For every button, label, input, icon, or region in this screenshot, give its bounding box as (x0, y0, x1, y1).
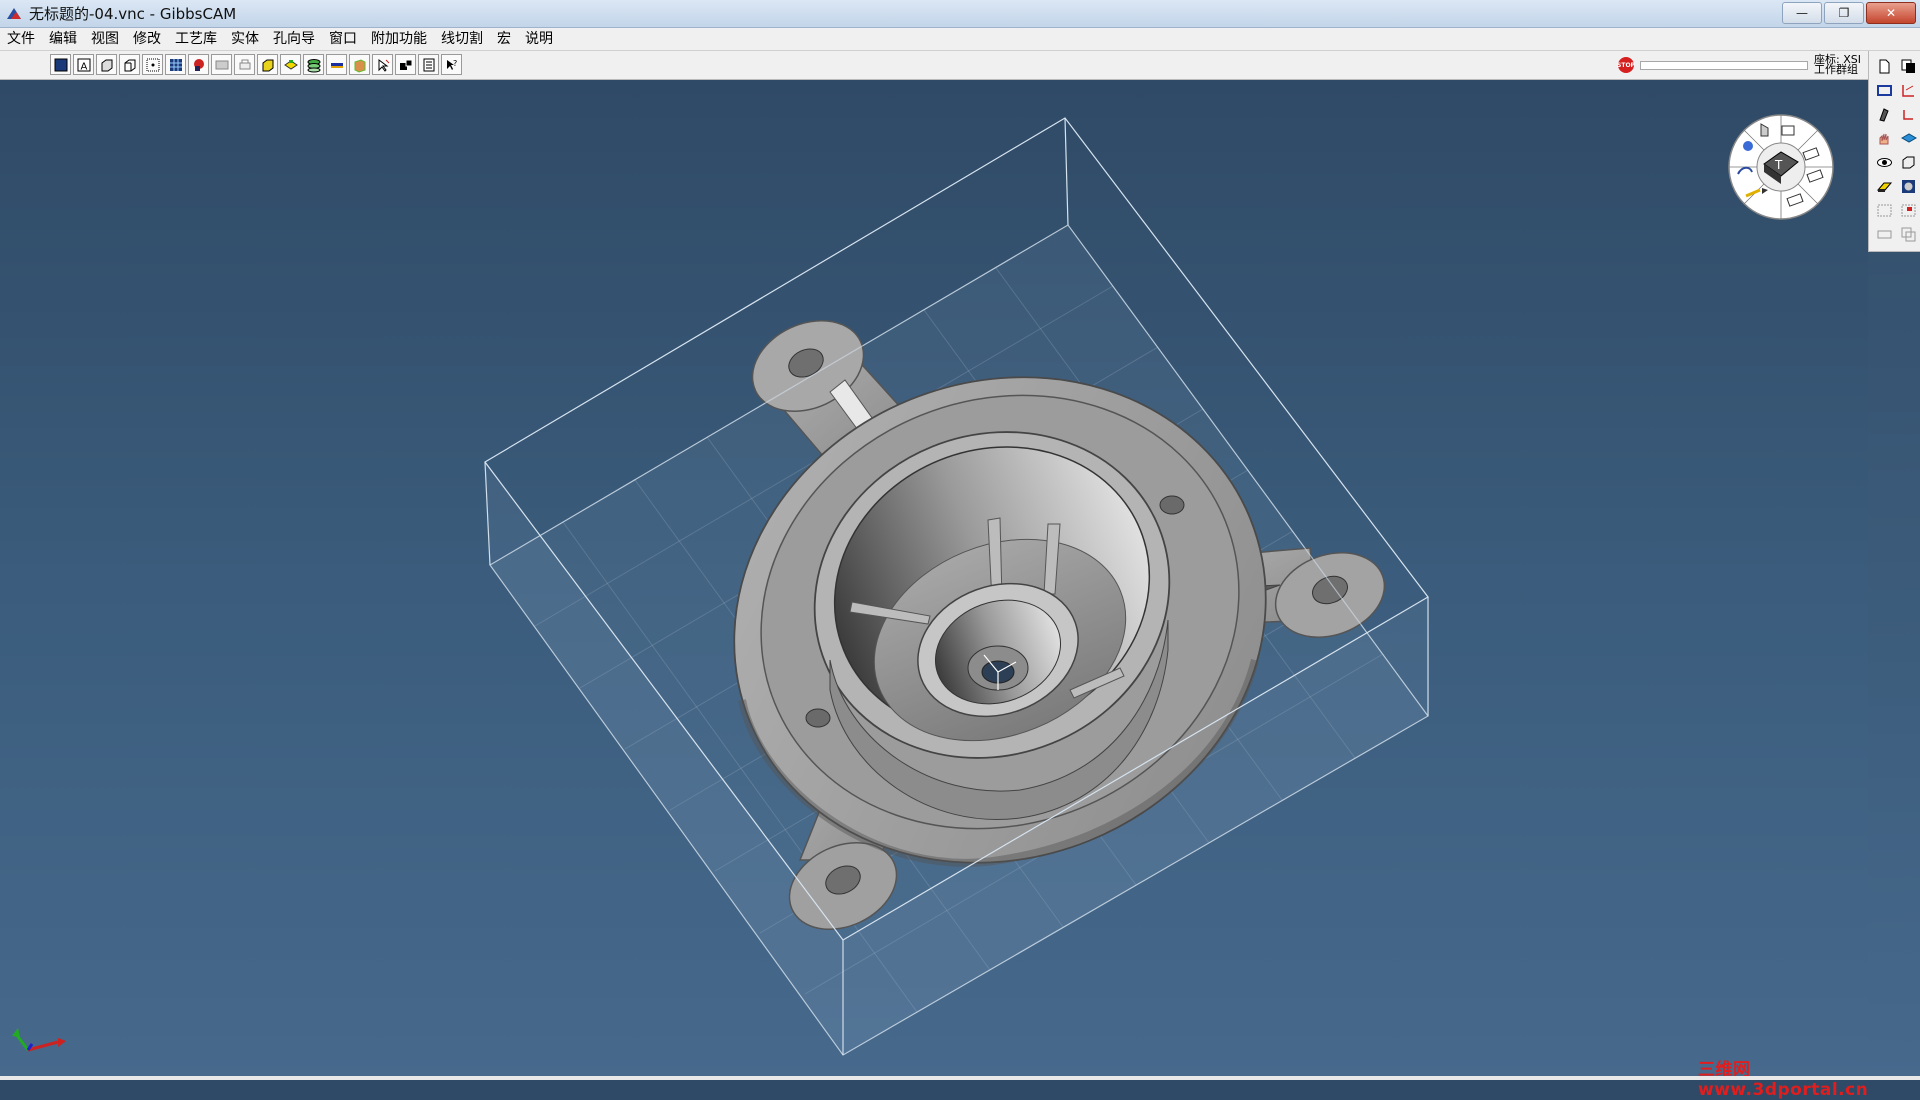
text-view-icon[interactable]: A (73, 54, 94, 75)
window-controls: — ❐ ✕ (1782, 2, 1916, 24)
status-bar (0, 1076, 1920, 1080)
help-cursor-icon[interactable]: ? (441, 54, 462, 75)
menu-solids[interactable]: 实体 (224, 28, 266, 50)
menu-wire-edm[interactable]: 线切割 (434, 28, 490, 50)
dimension-icon[interactable] (211, 54, 232, 75)
menu-process-library[interactable]: 工艺库 (168, 28, 224, 50)
orange-block-icon[interactable] (349, 54, 370, 75)
window-title: 无标题的-04.vnc - GibbsCAM (29, 5, 237, 23)
palette-grid (1873, 55, 1919, 245)
coordinate-readout: 座标: XSI 工作群组 (1814, 54, 1864, 76)
report-icon[interactable] (418, 54, 439, 75)
red-shape-icon[interactable] (188, 54, 209, 75)
yellow-cube-icon[interactable] (257, 54, 278, 75)
axis-triad (12, 1028, 66, 1052)
shaded-box-icon[interactable] (96, 54, 117, 75)
grey-copy-icon[interactable] (1897, 223, 1919, 245)
menu-hole-wizard[interactable]: 孔向导 (266, 28, 322, 50)
main-toolbar: A ? STOP 座标: XSI 工作群组 (0, 51, 1868, 80)
view-compass[interactable]: T (1726, 114, 1836, 220)
viewport-right-strip (1868, 252, 1920, 1080)
hand-icon[interactable] (1873, 127, 1895, 149)
menu-help[interactable]: 说明 (518, 28, 560, 50)
3d-viewport[interactable]: T (0, 80, 1868, 1080)
compass-center-label: T (1774, 158, 1783, 172)
blue-diamond-icon[interactable] (1897, 127, 1919, 149)
workgroup-label: 工作群组 (1814, 63, 1858, 76)
menu-view[interactable]: 视图 (84, 28, 126, 50)
cursor-arrow-icon[interactable] (372, 54, 393, 75)
menu-macro[interactable]: 宏 (490, 28, 518, 50)
axis-red-small-icon[interactable] (1897, 103, 1919, 125)
yellow-solid-icon[interactable] (280, 54, 301, 75)
grey-doc-icon[interactable] (1873, 223, 1895, 245)
svg-text:?: ? (453, 59, 457, 68)
menu-bar: 文件 编辑 视图 修改 工艺库 实体 孔向导 窗口 附加功能 线切割 宏 说明 (0, 28, 1920, 51)
svg-text:A: A (80, 61, 87, 72)
grid-snap-icon[interactable] (165, 54, 186, 75)
black-blocks-icon[interactable] (395, 54, 416, 75)
menu-window[interactable]: 窗口 (322, 28, 364, 50)
close-button[interactable]: ✕ (1866, 2, 1916, 24)
minimize-button[interactable]: — (1782, 2, 1822, 24)
toolbar-buttons: A ? (50, 54, 462, 75)
green-layers-icon[interactable] (303, 54, 324, 75)
progress-bar (1640, 61, 1808, 70)
right-tool-palette (1868, 51, 1920, 252)
new-doc-icon[interactable] (1873, 55, 1895, 77)
menu-modify[interactable]: 修改 (126, 28, 168, 50)
gibbscam-logo-icon (7, 7, 21, 19)
axis-red-icon[interactable] (1897, 79, 1919, 101)
blue-bar-icon[interactable] (326, 54, 347, 75)
red-select-icon[interactable] (1897, 199, 1919, 221)
print-icon[interactable] (234, 54, 255, 75)
eye-icon[interactable] (1873, 151, 1895, 173)
copy-doc-icon[interactable] (1897, 55, 1919, 77)
menu-edit[interactable]: 编辑 (42, 28, 84, 50)
eraser-icon[interactable] (1873, 175, 1895, 197)
menu-plugins[interactable]: 附加功能 (364, 28, 434, 50)
cad-scene[interactable] (0, 80, 1868, 1080)
wireframe-view-icon[interactable] (50, 54, 71, 75)
cube-outline-icon[interactable] (1897, 151, 1919, 173)
grey-select-icon[interactable] (1873, 199, 1895, 221)
rectangle-select-icon[interactable] (1873, 79, 1895, 101)
box-outline-icon[interactable] (119, 54, 140, 75)
render-icon[interactable] (1897, 175, 1919, 197)
menu-file[interactable]: 文件 (0, 28, 42, 50)
clamp-icon[interactable] (1873, 103, 1895, 125)
restore-button[interactable]: ❐ (1824, 2, 1864, 24)
title-bar: 无标题的-04.vnc - GibbsCAM — ❐ ✕ (0, 0, 1920, 28)
point-grid-icon[interactable] (142, 54, 163, 75)
stop-button[interactable]: STOP (1617, 57, 1635, 73)
